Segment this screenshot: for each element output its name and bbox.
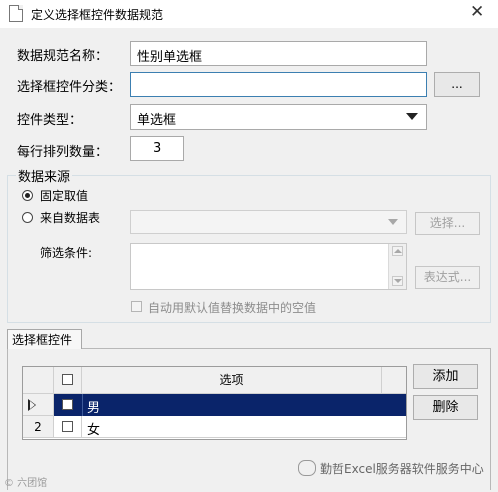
chevron-down-icon	[388, 219, 398, 225]
watermark-right: 勤哲Excel服务器软件服务中心	[320, 462, 484, 476]
options-grid: 选项 男 2 女	[22, 366, 407, 440]
title-bar: 定义选择框控件数据规范 ✕	[0, 0, 498, 28]
close-icon[interactable]: ✕	[470, 2, 484, 22]
scroll-down-button[interactable]	[392, 276, 403, 286]
category-label: 选择框控件分类：	[17, 80, 122, 95]
window-title: 定义选择框控件数据规范	[31, 8, 164, 22]
category-input[interactable]	[130, 72, 427, 97]
row-check-cell	[54, 416, 82, 438]
select-button[interactable]: 选择...	[415, 212, 480, 235]
data-source-legend: 数据来源	[16, 166, 73, 185]
filter-scrollbar[interactable]	[388, 244, 406, 289]
header-checkbox[interactable]	[62, 374, 73, 385]
fixed-value-label: 固定取值	[40, 189, 89, 203]
row-value[interactable]: 男	[87, 397, 100, 416]
row-number[interactable]: 2	[23, 416, 54, 438]
filter-label: 筛选条件:	[40, 246, 93, 260]
filter-textarea[interactable]	[130, 243, 407, 290]
arrow-down-icon	[394, 279, 402, 283]
arrow-up-icon	[394, 249, 402, 253]
current-row-icon-inner	[30, 401, 35, 409]
per-row-input[interactable]: 3	[130, 136, 184, 161]
row-indicator[interactable]	[23, 394, 54, 416]
row-header-corner	[23, 367, 54, 394]
type-label: 控件类型：	[17, 113, 83, 128]
table-select[interactable]	[130, 210, 407, 234]
header-check-cell	[54, 367, 82, 394]
table-row[interactable]: 男	[54, 394, 406, 416]
default-replace-label: 自动用默认值替换数据中的空值	[148, 301, 317, 315]
document-icon	[9, 5, 23, 22]
row-value[interactable]: 女	[82, 416, 406, 438]
name-label: 数据规范名称：	[17, 49, 109, 64]
delete-button[interactable]: 删除	[413, 395, 478, 420]
column-header-option[interactable]: 选项	[82, 367, 382, 394]
row-checkbox[interactable]	[62, 421, 73, 432]
expression-button[interactable]: 表达式...	[415, 266, 480, 289]
from-table-label: 来自数据表	[40, 211, 101, 225]
wechat-icon	[298, 460, 316, 476]
default-replace-checkbox[interactable]	[131, 301, 142, 312]
from-table-radio[interactable]	[22, 212, 33, 223]
row-checkbox[interactable]	[62, 399, 73, 410]
type-select-value: 单选框	[137, 113, 177, 128]
scroll-up-button[interactable]	[392, 246, 403, 256]
name-input[interactable]: 性别单选框	[130, 41, 427, 66]
per-row-label: 每行排列数量：	[17, 145, 109, 160]
type-select[interactable]: 单选框	[130, 104, 427, 130]
browse-button[interactable]: ...	[434, 72, 480, 97]
tab-select-control[interactable]: 选择框控件	[7, 329, 82, 349]
add-button[interactable]: 添加	[413, 364, 478, 389]
cell-divider	[82, 394, 83, 416]
fixed-value-radio[interactable]	[22, 190, 33, 201]
chevron-down-icon	[406, 113, 418, 120]
watermark-left: © 六团馆	[4, 478, 48, 489]
header-filler	[382, 367, 406, 394]
